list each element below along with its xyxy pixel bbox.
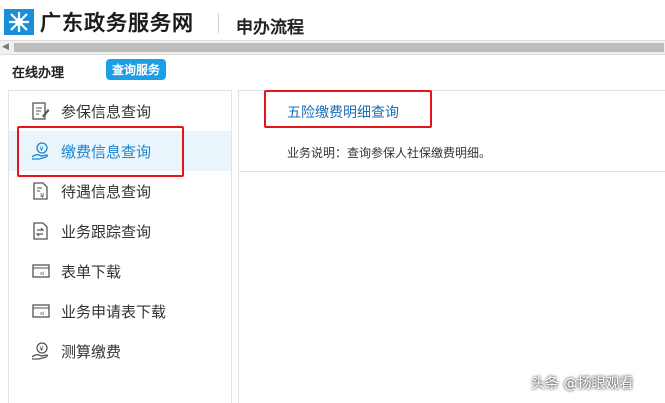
tab-query-service[interactable]: 查询服务 — [106, 59, 167, 80]
hand-coin-icon: ¥ — [31, 342, 48, 360]
form-download-icon: si — [32, 304, 50, 318]
sidebar-item-label: 参保信息查询 — [61, 103, 152, 121]
sidebar-item-business-tracking[interactable]: 业务跟踪查询 — [9, 211, 231, 251]
horizontal-scrollbar[interactable]: ◀ — [0, 40, 665, 55]
svg-text:si: si — [40, 311, 45, 317]
svg-text:¥: ¥ — [40, 192, 45, 200]
sidebar-item-benefit-info[interactable]: ¥ 待遇信息查询 — [9, 171, 231, 211]
sidebar-item-form-download[interactable]: si 表单下载 — [9, 251, 231, 291]
sidebar-item-label: 表单下载 — [61, 263, 122, 281]
sidebar-item-application-download[interactable]: si 业务申请表下载 — [9, 291, 231, 331]
sidebar-item-label: 业务申请表下载 — [61, 303, 167, 321]
sidebar-item-label: 业务跟踪查询 — [61, 223, 152, 241]
money-document-icon: ¥ — [33, 182, 48, 200]
form-download-icon: si — [32, 264, 50, 278]
sidebar-item-payment-calculation[interactable]: ¥ 测算缴费 — [9, 331, 231, 371]
sync-document-icon — [33, 222, 48, 240]
site-header: 广东政务服务网 申办流程 — [0, 0, 665, 42]
scroll-left-arrow-icon[interactable]: ◀ — [2, 42, 9, 52]
site-title[interactable]: 广东政务服务网 — [40, 7, 194, 37]
sidebar-item-label: 测算缴费 — [61, 343, 122, 361]
service-description: 业务说明：查询参保人社保缴费明细。 — [287, 146, 492, 160]
scrollbar-thumb[interactable] — [14, 43, 664, 52]
svg-text:¥: ¥ — [39, 345, 44, 353]
sidebar-item-insurance-info[interactable]: 参保信息查询 — [9, 91, 231, 131]
highlight-box-service — [264, 90, 432, 128]
edit-document-icon — [32, 102, 50, 120]
tab-online-service[interactable]: 在线办理 — [12, 62, 64, 81]
site-logo-icon[interactable] — [4, 9, 34, 35]
header-divider — [218, 13, 219, 33]
sidebar-item-label: 待遇信息查询 — [61, 183, 152, 201]
highlight-box-sidebar — [17, 126, 184, 177]
page-title: 申办流程 — [236, 18, 304, 38]
main-panel: 五险缴费明细查询 业务说明：查询参保人社保缴费明细。 — [238, 90, 665, 403]
svg-text:si: si — [40, 271, 45, 277]
sub-navigation: 在线办理 查询服务 — [0, 55, 665, 85]
watermark: 头条 @扬眼观看 — [531, 376, 634, 392]
